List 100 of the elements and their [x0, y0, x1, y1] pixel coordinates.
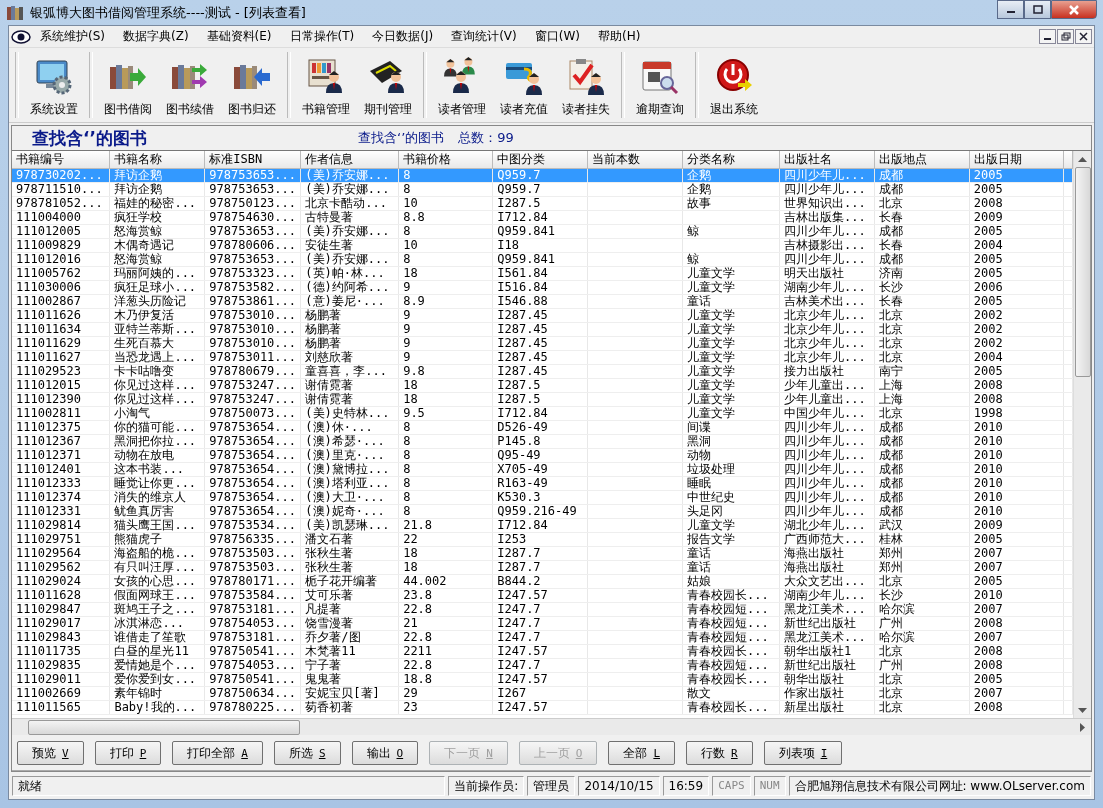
table-row[interactable]: 111029843 谁借走了笙歌 978753181... 乔夕著/图 22.8 I247.7 青春校园短... 黑龙江美术... 哈尔滨 2007 [12, 630, 1073, 645]
column-header[interactable]: 书籍编号 [12, 151, 110, 169]
vertical-scrollbar[interactable] [1073, 151, 1091, 718]
column-header[interactable]: 出版社名 [779, 151, 875, 169]
table-cell: 978753011... [204, 350, 301, 365]
table-row[interactable]: 111002867 洋葱头历险记 978753861... (意)姜尼·... 8.9 I546.88 童话 吉林美术出... 长春 2005 [12, 294, 1073, 309]
table-row[interactable]: 111029751 熊猫虎子 978756335... 潘文石著 22 I253 报告文学 广西师范大... 桂林 2005 [12, 532, 1073, 547]
table-row[interactable]: 111005762 玛丽阿姨的... 978753323... (英)帕·林... 18 I561.84 儿童文学 明天出版社 济南 2005 [12, 266, 1073, 281]
table-row[interactable]: 111012333 睡觉让你更... 978753654... (澳)塔利亚... 8 R163-49 睡眠 四川少年儿... 成都 2010 [12, 476, 1073, 491]
action-button[interactable]: 打印 P [94, 741, 162, 765]
column-header[interactable]: 出版地点 [874, 151, 970, 169]
table-cell: 成都 [874, 504, 970, 519]
horizontal-scrollbar[interactable] [12, 718, 1091, 735]
table-row[interactable]: 111012390 你见过这样... 978753247... 谢倩霓著 18 I287.5 儿童文学 少年儿童出... 上海 2008 [12, 392, 1073, 407]
table-row[interactable]: 111029847 斑鸠王子之... 978753181... 凡提著 22.8 I247.7 青春校园短... 黑龙江美术... 哈尔滨 2007 [12, 602, 1073, 617]
action-button[interactable]: 所选 S [273, 741, 341, 765]
table-row[interactable]: 111004000 疯狂学校 978754630... 古特曼著 8.8 I712.84 吉林出版集... 长春 2009 [12, 210, 1073, 225]
menu-item[interactable]: 基础资料(E) [197, 26, 281, 47]
toolbar-button[interactable]: 期刊管理 [357, 48, 419, 122]
toolbar-button[interactable]: 读者管理 [431, 48, 493, 122]
toolbar-button[interactable]: 退出系统 [703, 48, 765, 122]
toolbar-button[interactable]: 读者充值 [493, 48, 555, 122]
table-row[interactable]: 111002811 小淘气 978750073... (美)史特林... 9.5 I712.84 儿童文学 中国少年儿... 北京 1998 [12, 406, 1073, 421]
minimize-button[interactable] [1039, 29, 1056, 44]
table-row[interactable]: 978781052... 福娃的秘密... 978750123... 北京卡酷动... 10 I287.5 故事 世界知识出... 北京 2008 [12, 196, 1073, 211]
table-row[interactable]: 111029814 猫头鹰王国... 978753534... (美)凯瑟琳... 21.8 I712.84 儿童文学 湖北少年儿... 武汉 2009 [12, 518, 1073, 533]
close-button[interactable] [1075, 29, 1092, 44]
table-cell: 爱情她是个... [109, 658, 205, 673]
toolbar-button[interactable]: 图书续借 [159, 48, 221, 122]
maximize-button[interactable] [1024, 0, 1051, 19]
column-header[interactable]: 标准ISBN [204, 151, 301, 169]
toolbar-button[interactable]: 系统设置 [23, 48, 85, 122]
table-row[interactable]: 111002669 素年锦时 978750634... 安妮宝贝[著] 29 I267 散文 作家出版社 北京 2007 [12, 686, 1073, 701]
eye-icon[interactable] [11, 29, 31, 44]
table-row[interactable]: 111011629 生死百慕大 978753010... 杨鹏著 9 I287.45 儿童文学 北京少年儿... 北京 2002 [12, 336, 1073, 351]
table-row[interactable]: 111030006 疯狂足球小... 978753582... (德)约阿希... 9 I516.84 儿童文学 湖南少年儿... 长沙 2006 [12, 280, 1073, 295]
table-cell: 9.5 [398, 406, 493, 421]
toolbar-button[interactable]: 逾期查询 [629, 48, 691, 122]
table-cell: 22.8 [398, 658, 493, 673]
toolbar-button[interactable]: 图书归还 [221, 48, 283, 122]
table-row[interactable]: 111029017 冰淇淋恋... 978754053... 饶雪漫著 21 I247.7 青春校园短... 新世纪出版社 广州 2008 [12, 616, 1073, 631]
table-cell: (德)约阿希... [300, 280, 399, 295]
column-header[interactable]: 中图分类 [492, 151, 588, 169]
down-arrow-icon[interactable] [1078, 707, 1087, 713]
table-cell: 111011629 [12, 336, 110, 351]
table-cell: (澳)希瑟·... [300, 434, 399, 449]
minimize-button[interactable] [997, 0, 1024, 19]
action-button[interactable]: 全部 L [608, 741, 675, 765]
menu-item[interactable]: 帮助(H) [588, 26, 650, 47]
right-arrow-icon[interactable] [1080, 722, 1085, 732]
column-header[interactable]: 分类名称 [682, 151, 780, 169]
menu-item[interactable]: 查询统计(V) [442, 26, 526, 47]
table-row[interactable]: 111029564 海盗船的桅... 978753503... 张秋生著 18 I287.7 童话 海燕出版社 郑州 2007 [12, 546, 1073, 561]
action-button[interactable]: 预览 V [17, 741, 84, 765]
table-row[interactable]: 111009829 木偶奇遇记 978780606... 安徒生著 10 I18 吉林摄影出... 长春 2004 [12, 238, 1073, 253]
column-header[interactable]: 作者信息 [300, 151, 399, 169]
menu-item[interactable]: 日常操作(T) [280, 26, 364, 47]
menu-item[interactable]: 系统维护(S) [31, 26, 114, 47]
table-row[interactable]: 111012331 鱿鱼真厉害 978753654... (澳)妮奇·... 8 Q959.216-49 头足冈 四川少年儿... 成都 2010 [12, 504, 1073, 519]
table-row[interactable]: 111012374 消失的维京人 978753654... (澳)大卫·... 8 K530.3 中世纪史 四川少年儿... 成都 2010 [12, 490, 1073, 505]
action-button[interactable]: 列表项 I [763, 741, 843, 765]
table-cell: 宁子著 [300, 658, 399, 673]
restore-button[interactable] [1057, 29, 1074, 44]
table-cell: 8.9 [398, 294, 493, 309]
table-row[interactable]: 111011626 木乃伊复活 978753010... 杨鹏著 9 I287.45 儿童文学 北京少年儿... 北京 2002 [12, 308, 1073, 323]
table-row[interactable]: 111011735 白昼的星光11 978750541... 木梵著11 2211 I247.57 青春校园长... 朝华出版社1 北京 2008 [12, 644, 1073, 659]
table-row[interactable]: 111012367 黑洞把你拉... 978753654... (澳)希瑟·... 8 P145.8 黑洞 四川少年儿... 成都 2010 [12, 434, 1073, 449]
table-row[interactable]: 111029011 爱你爱到女... 978750541... 鬼鬼著 18.8 I247.57 青春校园长... 朝华出版社 北京 2005 [12, 672, 1073, 687]
up-arrow-icon[interactable] [1078, 156, 1087, 162]
table-row[interactable]: 111011634 亚特兰蒂斯... 978753010... 杨鹏著 9 I287.45 儿童文学 北京少年儿... 北京 2002 [12, 322, 1073, 337]
toolbar-button[interactable]: 图书借阅 [97, 48, 159, 122]
column-header[interactable]: 出版日期 [969, 151, 1064, 169]
menu-item[interactable]: 今日数据(J) [363, 26, 443, 47]
table-row[interactable]: 111012375 你的猫可能... 978753654... (澳)休·... 8 D526-49 间谍 四川少年儿... 成都 2010 [12, 420, 1073, 435]
table-row[interactable]: 111012401 这本书装... 978753654... (澳)黛博拉... 8 X705-49 垃圾处理 四川少年儿... 成都 2010 [12, 462, 1073, 477]
toolbar-button[interactable]: 书籍管理 [295, 48, 357, 122]
column-header[interactable]: 当前本数 [587, 151, 683, 169]
column-header[interactable]: 书籍价格 [398, 151, 493, 169]
action-button[interactable]: 行数 R [686, 741, 753, 765]
table-row[interactable]: 111029835 爱情她是个... 978754053... 宁子著 22.8 I247.7 青春校园短... 新世纪出版社 广州 2008 [12, 658, 1073, 673]
table-row[interactable]: 978711510... 拜访企鹅 978753653... (美)乔安娜... 8 Q959.7 企鹅 四川少年儿... 成都 2005 [12, 182, 1073, 197]
table-cell: 四川少年儿... [779, 462, 875, 477]
table-row[interactable]: 111029024 女孩的心思... 978780171... 栀子花开编著 44.002 B844.2 姑娘 大众文艺出... 北京 2005 [12, 574, 1073, 589]
action-button[interactable]: 打印全部 A [172, 741, 263, 765]
table-row[interactable]: 111011565 Baby!我的... 978780225... 茐香初著 23 I247.57 青春校园长... 新星出版社 北京 2008 [12, 700, 1073, 715]
table-row[interactable]: 111012371 动物在放电 978753654... (澳)里克·... 8 Q95-49 动物 四川少年儿... 成都 2010 [12, 448, 1073, 463]
table-row[interactable]: 111029523 卡卡咕噜变 978780679... 童喜喜，李... 9.8 I287.45 儿童文学 接力出版社 南宁 2005 [12, 364, 1073, 379]
toolbar-button[interactable]: 读者挂失 [555, 48, 617, 122]
table-row[interactable]: 111012016 怒海赏鲸 978753653... (美)乔安娜... 8 Q959.841 鲸 四川少年儿... 成都 2005 [12, 252, 1073, 267]
table-cell: 8 [398, 490, 493, 505]
action-button[interactable]: 输出 O [351, 741, 419, 765]
table-row[interactable]: 111011628 假面网球王... 978753584... 艾可乐著 23.8 I247.57 青春校园长... 湖南少年儿... 长沙 2010 [12, 588, 1073, 603]
table-row[interactable]: 111011627 当恐龙遇上... 978753011... 刘慈欣著 9 I287.45 儿童文学 北京少年儿... 北京 2004 [12, 350, 1073, 365]
menu-item[interactable]: 数据字典(Z) [114, 26, 198, 47]
table-cell: I18 [492, 238, 588, 253]
table-row[interactable]: 111029562 有只叫汪厚... 978753503... 张秋生著 18 I287.7 童话 海燕出版社 郑州 2007 [12, 560, 1073, 575]
menu-item[interactable]: 窗口(W) [525, 26, 589, 47]
table-row[interactable]: 111012005 怒海赏鲸 978753653... (美)乔安娜... 8 Q959.841 鲸 四川少年儿... 成都 2005 [12, 224, 1073, 239]
column-header[interactable]: 书籍名称 [109, 151, 205, 169]
table-row[interactable]: 111012015 你见过这样... 978753247... 谢倩霓著 18 I287.5 儿童文学 少年儿童出... 上海 2008 [12, 378, 1073, 393]
